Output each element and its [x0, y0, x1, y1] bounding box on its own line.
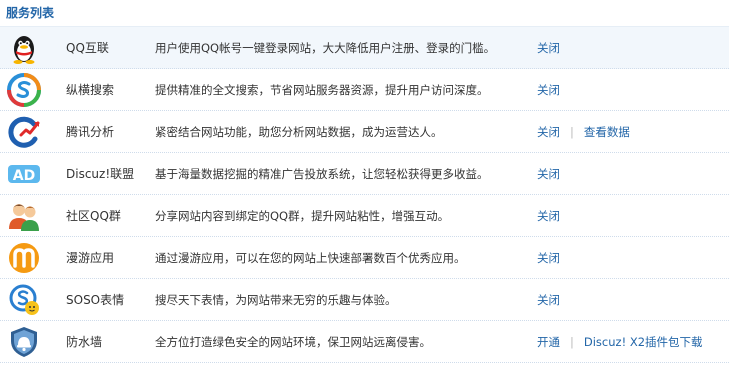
service-row-analytics: 腾讯分析 紧密结合网站功能，助您分析网站数据，成为运营达人。 关闭 | 查看数据 [0, 111, 729, 153]
enable-link[interactable]: 开通 [537, 335, 560, 349]
service-actions: 关闭 [537, 153, 560, 195]
service-description: 基于海量数据挖掘的精准广告投放系统，让您轻松获得更多收益。 [155, 167, 489, 181]
service-name: QQ互联 [66, 41, 109, 55]
service-row-soso-emoticon: SOSO表情 搜尽天下表情，为网站带来无穷的乐趣与体验。 关闭 [0, 279, 729, 321]
service-description: 分享网站内容到绑定的QQ群，提升网站粘性，增强互动。 [155, 209, 450, 223]
service-description: 搜尽天下表情，为网站带来无穷的乐趣与体验。 [155, 293, 397, 307]
svg-text:AD: AD [13, 168, 35, 184]
close-link[interactable]: 关闭 [537, 209, 560, 223]
service-name: Discuz!联盟 [66, 167, 135, 181]
search-engine-icon [7, 73, 41, 107]
service-name: 腾讯分析 [66, 125, 115, 139]
close-link[interactable]: 关闭 [537, 83, 560, 97]
service-row-discuz-union: AD Discuz!联盟 基于海量数据挖掘的精准广告投放系统，让您轻松获得更多收… [0, 153, 729, 195]
ad-icon: AD [7, 157, 41, 191]
service-row-qq-connect: QQ互联 用户使用QQ帐号一键登录网站，大大降低用户注册、登录的门槛。 关闭 [0, 27, 729, 69]
service-name: SOSO表情 [66, 293, 125, 307]
firewall-shield-icon [7, 325, 41, 359]
view-data-link[interactable]: 查看数据 [584, 125, 630, 139]
service-name: 防水墙 [66, 335, 103, 349]
close-link[interactable]: 关闭 [537, 41, 560, 55]
qq-penguin-icon [7, 31, 41, 65]
service-row-qq-group: 社区QQ群 分享网站内容到绑定的QQ群，提升网站粘性，增强互动。 关闭 [0, 195, 729, 237]
service-actions: 关闭 [537, 237, 560, 279]
service-actions: 关闭 | 查看数据 [537, 111, 630, 153]
plugin-download-link[interactable]: Discuz! X2插件包下载 [584, 335, 703, 349]
service-actions: 关闭 [537, 279, 560, 321]
service-list-panel: 服务列表 QQ互联 用户使用QQ帐号一键登录网站，大大降低用户注册、登录的门槛。… [0, 0, 729, 369]
panel-title: 服务列表 [0, 0, 729, 27]
soso-emoticon-icon [7, 283, 41, 317]
service-actions: 关闭 [537, 27, 560, 69]
service-name: 社区QQ群 [66, 209, 121, 223]
action-separator: | [570, 125, 574, 139]
close-link[interactable]: 关闭 [537, 251, 560, 265]
service-description: 提供精准的全文搜索，节省网站服务器资源，提升用户访问深度。 [155, 83, 489, 97]
close-link[interactable]: 关闭 [537, 293, 560, 307]
action-separator: | [570, 335, 574, 349]
qq-group-icon [7, 199, 41, 233]
service-actions: 关闭 [537, 195, 560, 237]
close-link[interactable]: 关闭 [537, 125, 560, 139]
service-row-manyou: 漫游应用 通过漫游应用，可以在您的网站上快速部署数百个优秀应用。 关闭 [0, 237, 729, 279]
service-row-firewall: 防水墙 全方位打造绿色安全的网站环境，保卫网站远离侵害。 开通 | Discuz! … [0, 321, 729, 363]
service-actions: 关闭 [537, 69, 560, 111]
service-description: 用户使用QQ帐号一键登录网站，大大降低用户注册、登录的门槛。 [155, 41, 496, 55]
service-description: 通过漫游应用，可以在您的网站上快速部署数百个优秀应用。 [155, 251, 466, 265]
service-row-search: 纵横搜索 提供精准的全文搜索，节省网站服务器资源，提升用户访问深度。 关闭 [0, 69, 729, 111]
manyou-app-icon [7, 241, 41, 275]
service-name: 漫游应用 [66, 251, 115, 265]
close-link[interactable]: 关闭 [537, 167, 560, 181]
service-actions: 开通 | Discuz! X2插件包下载 [537, 321, 703, 363]
service-description: 紧密结合网站功能，助您分析网站数据，成为运营达人。 [155, 125, 443, 139]
service-description: 全方位打造绿色安全的网站环境，保卫网站远离侵害。 [155, 335, 431, 349]
analytics-icon [7, 115, 41, 149]
service-name: 纵横搜索 [66, 83, 115, 97]
